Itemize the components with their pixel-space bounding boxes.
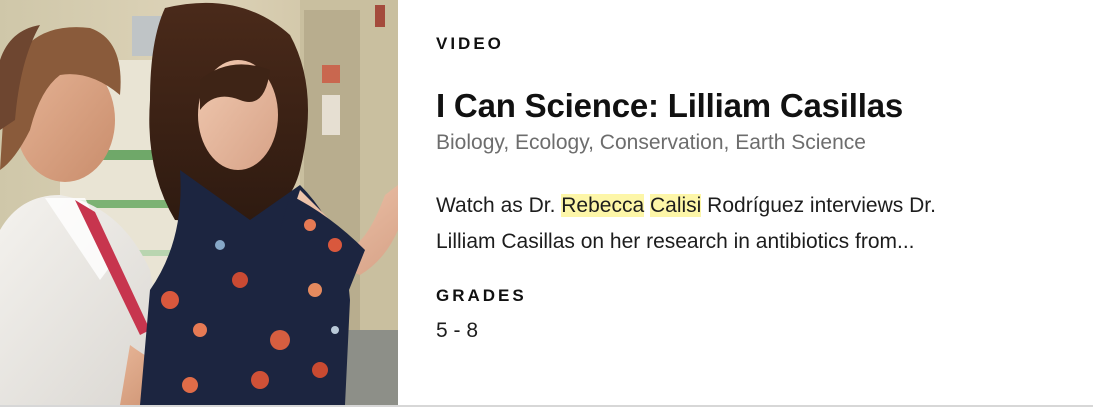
subject-tags: Biology, Ecology, Conservation, Earth Sc…	[436, 131, 866, 154]
grades-label: GRADES	[436, 286, 527, 305]
description-text: Watch as Dr.	[436, 194, 562, 217]
card-title[interactable]: I Can Science: Lilliam Casillas	[436, 86, 1093, 126]
thumbnail-photo: BF-24	[0, 0, 398, 405]
content-type-label: VIDEO	[436, 34, 504, 53]
grades-value: 5 - 8	[436, 319, 479, 342]
search-highlight: Rebecca	[561, 194, 645, 217]
card-content: VIDEO I Can Science: Lilliam Casillas Bi…	[398, 0, 1093, 405]
search-highlight: Calisi	[650, 194, 702, 217]
video-card[interactable]: BF-24	[0, 0, 1093, 407]
description-text: Lilliam Casillas on her research in anti…	[436, 230, 915, 253]
card-description: Watch as Dr. Rebecca Calisi Rodríguez in…	[436, 188, 1036, 260]
description-text: Rodríguez interviews Dr.	[701, 194, 936, 217]
video-thumbnail[interactable]: BF-24	[0, 0, 398, 405]
